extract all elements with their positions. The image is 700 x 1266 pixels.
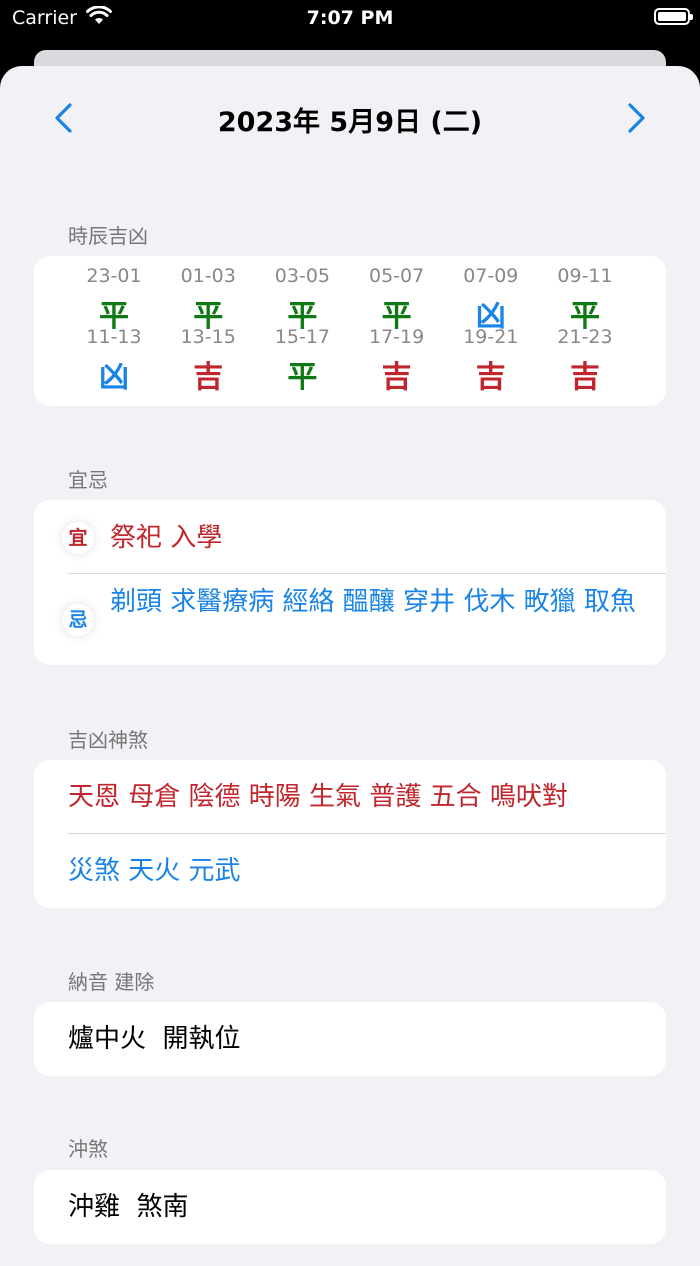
hours-card: 23-01 平 01-03 平 03-05 平 05-07 平 07-09 凶 09-11 平 11-1… (34, 256, 666, 406)
ji-text: 剃頭 求醫療病 經絡 醞釀 穿井 伐木 畋獵 取魚 (110, 587, 636, 617)
hour-cell: 01-03 平 (163, 265, 253, 335)
ji-label: 忌 (62, 604, 94, 636)
hour-range: 19-21 (463, 326, 519, 348)
hour-range: 11-13 (86, 326, 142, 348)
hour-cell: 09-11 平 (540, 265, 630, 335)
nayin-card: 爐中火 開執位 (34, 1002, 666, 1076)
hour-fortune: 吉 (475, 360, 506, 395)
hours-section-title: 時辰吉凶 (68, 224, 148, 248)
nayin-text: 爐中火 開執位 (68, 1024, 241, 1054)
hour-cell: 07-09 凶 (446, 265, 536, 335)
yiji-section-title: 宜忌 (68, 468, 108, 492)
hour-range: 05-07 (368, 265, 425, 287)
yi-label: 宜 (62, 522, 94, 554)
hour-cell: 17-19 吉 (352, 326, 442, 396)
hour-cell: 11-13 凶 (69, 326, 159, 396)
divider (68, 833, 666, 834)
battery-icon (654, 8, 693, 25)
hour-cell: 21-23 吉 (540, 326, 630, 396)
next-day-chevron-icon[interactable] (618, 98, 658, 138)
chongsha-text: 沖雞 煞南 (68, 1192, 189, 1222)
date-title: 2023年 5月9日 (二) (217, 107, 483, 138)
shensha-card: 天恩 母倉 陰德 時陽 生氣 普護 五合 鳴吠對 災煞 天火 元武 (34, 760, 666, 908)
hour-range: 03-05 (274, 265, 330, 287)
hour-cell: 15-17 平 (257, 326, 347, 396)
hour-fortune: 吉 (570, 360, 600, 395)
hour-range: 15-17 (274, 326, 330, 348)
hour-cell: 23-01 平 (69, 265, 159, 335)
chongsha-section-title: 沖煞 (68, 1137, 108, 1161)
calendar-detail-sheet: 2023年 5月9日 (二) 時辰吉凶 23-01 平 01-03 平 03-05 平 05… (0, 66, 700, 1266)
hour-fortune: 吉 (381, 360, 412, 395)
hour-fortune: 凶 (99, 360, 129, 395)
hour-range: 21-23 (557, 326, 613, 348)
yi-text: 祭祀 入學 (110, 523, 223, 553)
yiji-card: 宜 祭祀 入學 忌 剃頭 求醫療病 經絡 醞釀 穿井 伐木 畋獵 取魚 (34, 500, 666, 665)
clock-time: 7:07 PM (306, 7, 394, 29)
hour-cell: 05-07 平 (352, 265, 442, 335)
hour-fortune: 平 (287, 360, 318, 395)
hour-range: 23-01 (86, 265, 142, 287)
hour-fortune: 吉 (193, 360, 224, 395)
hour-cell: 19-21 吉 (446, 326, 536, 396)
chongsha-card: 沖雞 煞南 (34, 1170, 666, 1244)
hour-cell: 13-15 吉 (163, 326, 253, 396)
hour-range: 01-03 (180, 265, 236, 287)
divider (68, 573, 666, 574)
shensha-section-title: 吉凶神煞 (68, 728, 148, 752)
hour-cell: 03-05 平 (257, 265, 347, 335)
bad-spirits-text: 災煞 天火 元武 (68, 856, 241, 886)
hour-range: 17-19 (368, 326, 425, 348)
hour-range: 13-15 (180, 326, 236, 348)
status-bar: Carrier 7:07 PM (0, 0, 700, 36)
good-spirits-text: 天恩 母倉 陰德 時陽 生氣 普護 五合 鳴吠對 (68, 782, 568, 812)
nayin-section-title: 納音 建除 (68, 970, 155, 994)
hour-range: 07-09 (463, 265, 519, 287)
hour-range: 09-11 (557, 265, 613, 287)
